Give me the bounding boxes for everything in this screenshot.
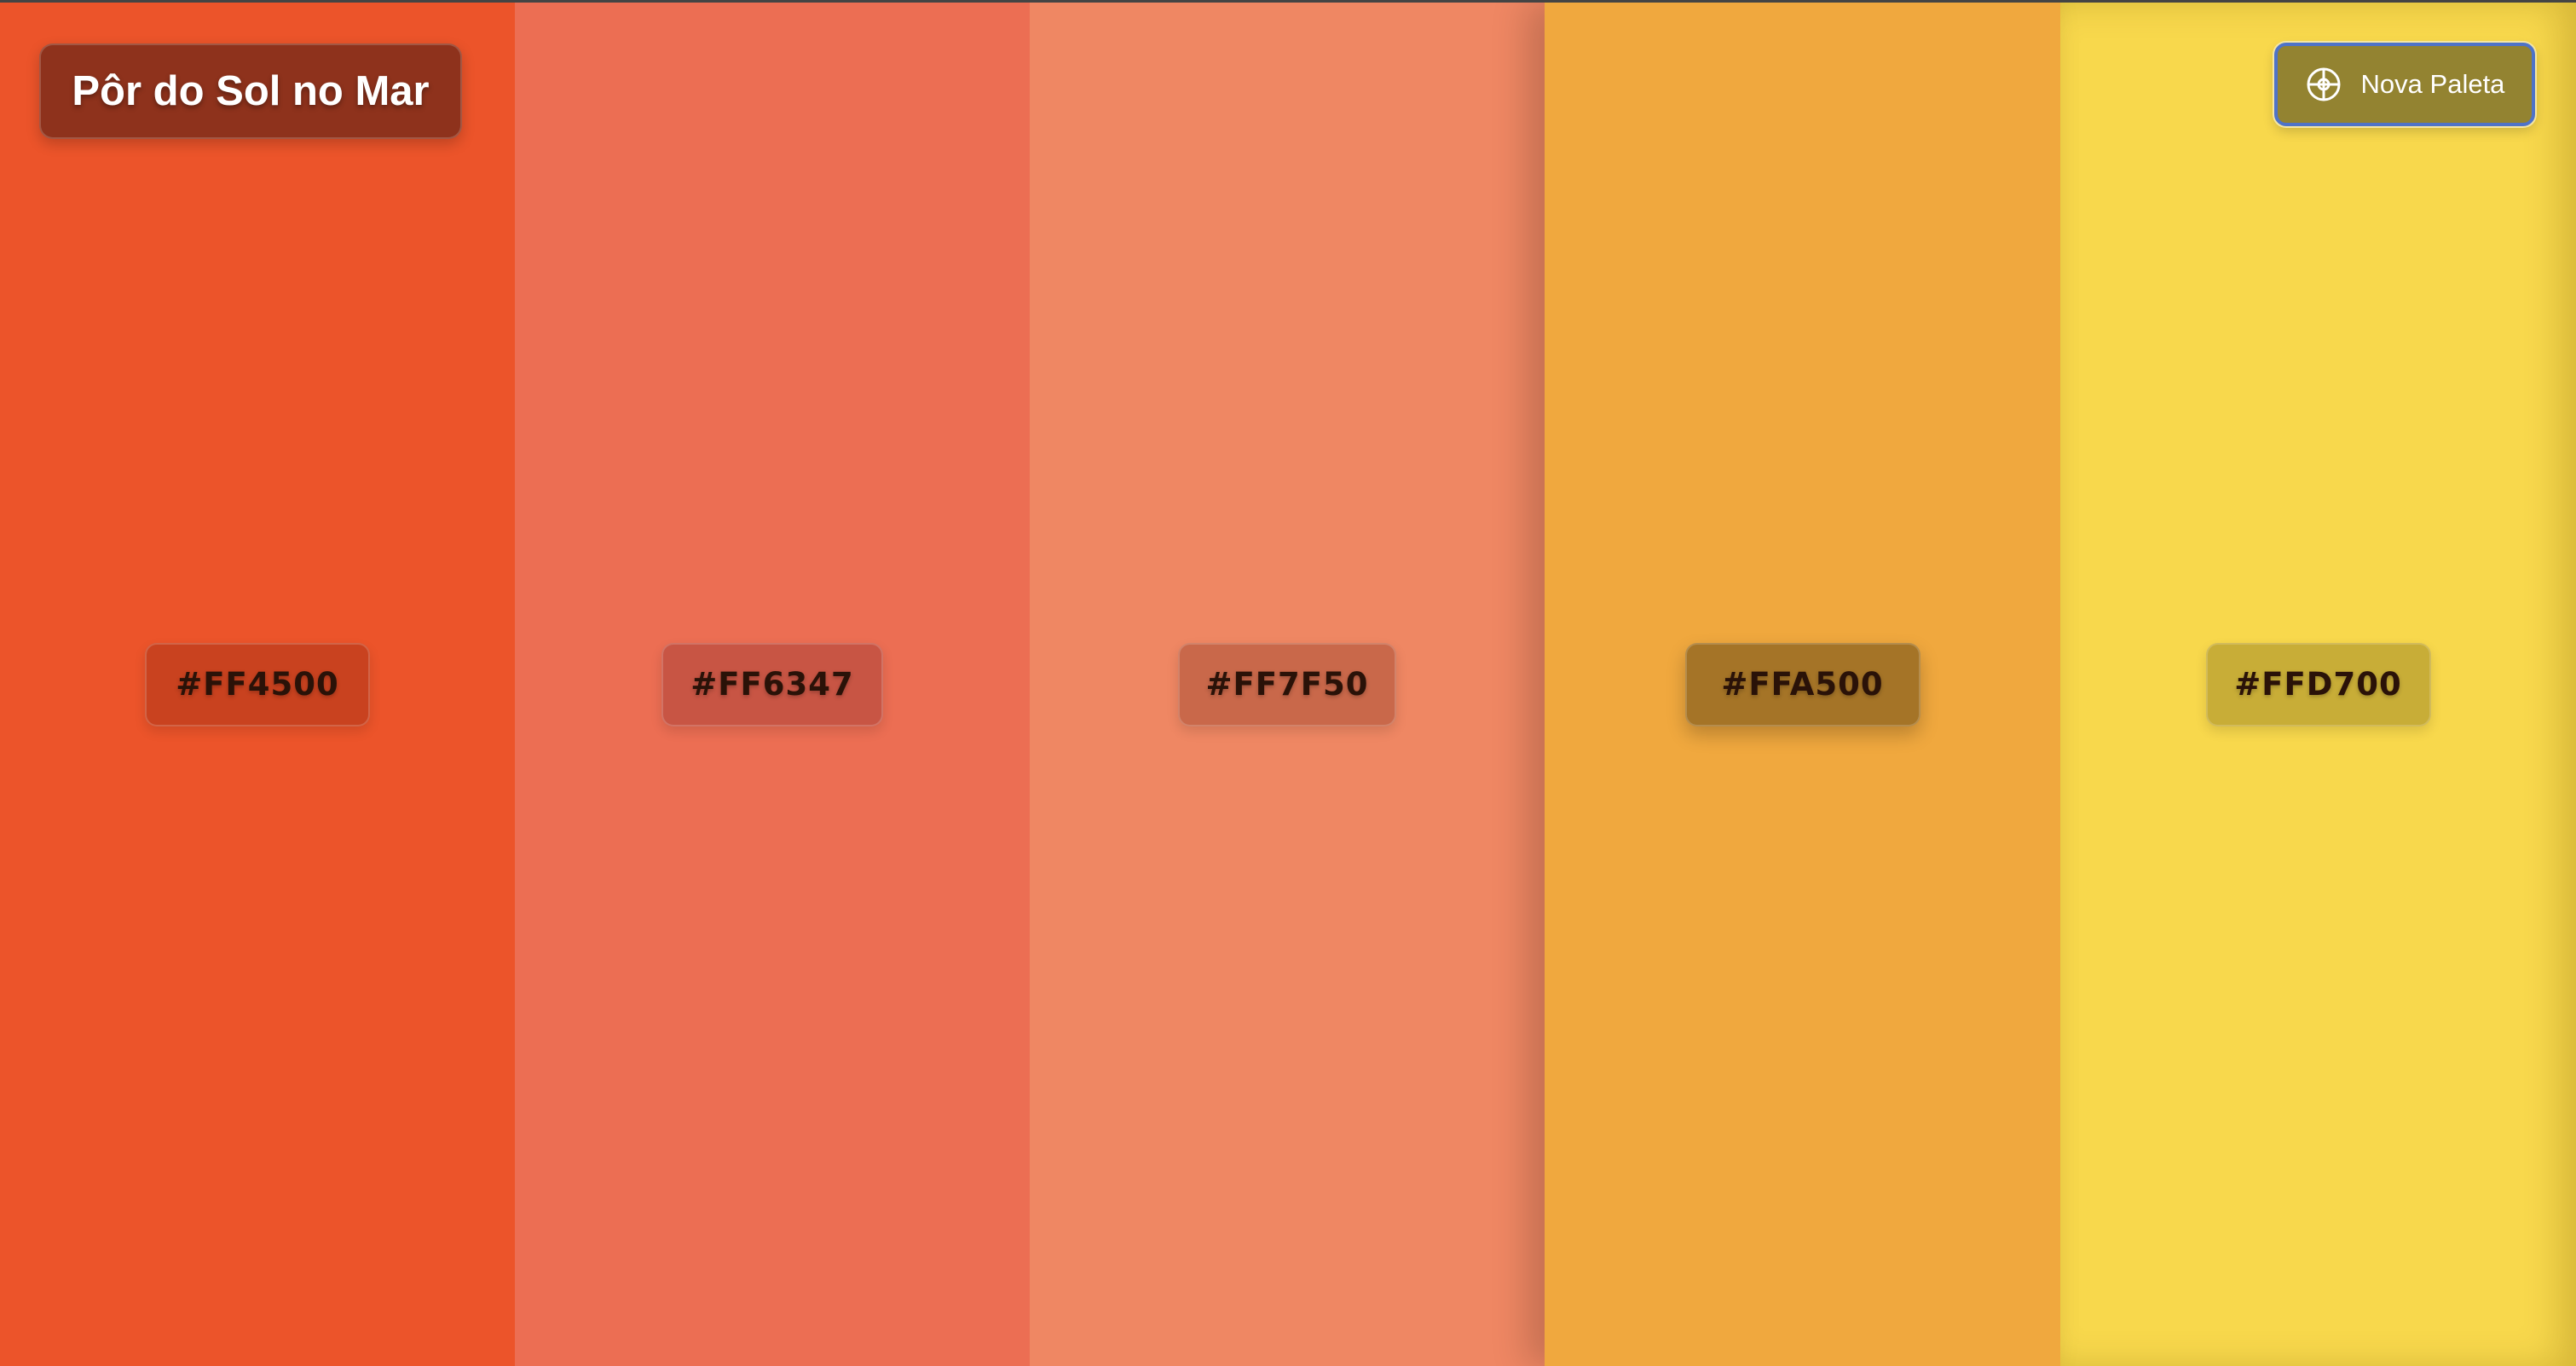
new-palette-label: Nova Paleta (2360, 69, 2505, 99)
palette-title-badge: Pôr do Sol no Mar (39, 43, 462, 139)
color-palette: #FF4500 #FF6347 #FF7F50 #FFA500 #FFD700 (0, 3, 2576, 1366)
hex-code-chip[interactable]: #FFA500 (1684, 642, 1920, 726)
hex-code-chip[interactable]: #FF6347 (661, 642, 883, 726)
hex-code-chip[interactable]: #FF7F50 (1178, 642, 1396, 726)
color-swatch-3[interactable]: #FF7F50 (1030, 3, 1545, 1366)
color-swatch-2[interactable]: #FF6347 (515, 3, 1030, 1366)
color-swatch-5[interactable]: #FFD700 (2060, 3, 2576, 1366)
palette-title: Pôr do Sol no Mar (72, 68, 430, 114)
shuffle-wheel-icon (2307, 67, 2341, 101)
color-swatch-1[interactable]: #FF4500 (0, 3, 515, 1366)
hex-code-chip[interactable]: #FF4500 (145, 642, 370, 726)
new-palette-button[interactable]: Nova Paleta (2274, 43, 2535, 126)
top-border (0, 0, 2576, 3)
palette-app: #FF4500 #FF6347 #FF7F50 #FFA500 #FFD700 … (0, 0, 2576, 1366)
hex-code-chip[interactable]: #FFD700 (2205, 642, 2431, 726)
color-swatch-4[interactable]: #FFA500 (1545, 3, 2060, 1366)
